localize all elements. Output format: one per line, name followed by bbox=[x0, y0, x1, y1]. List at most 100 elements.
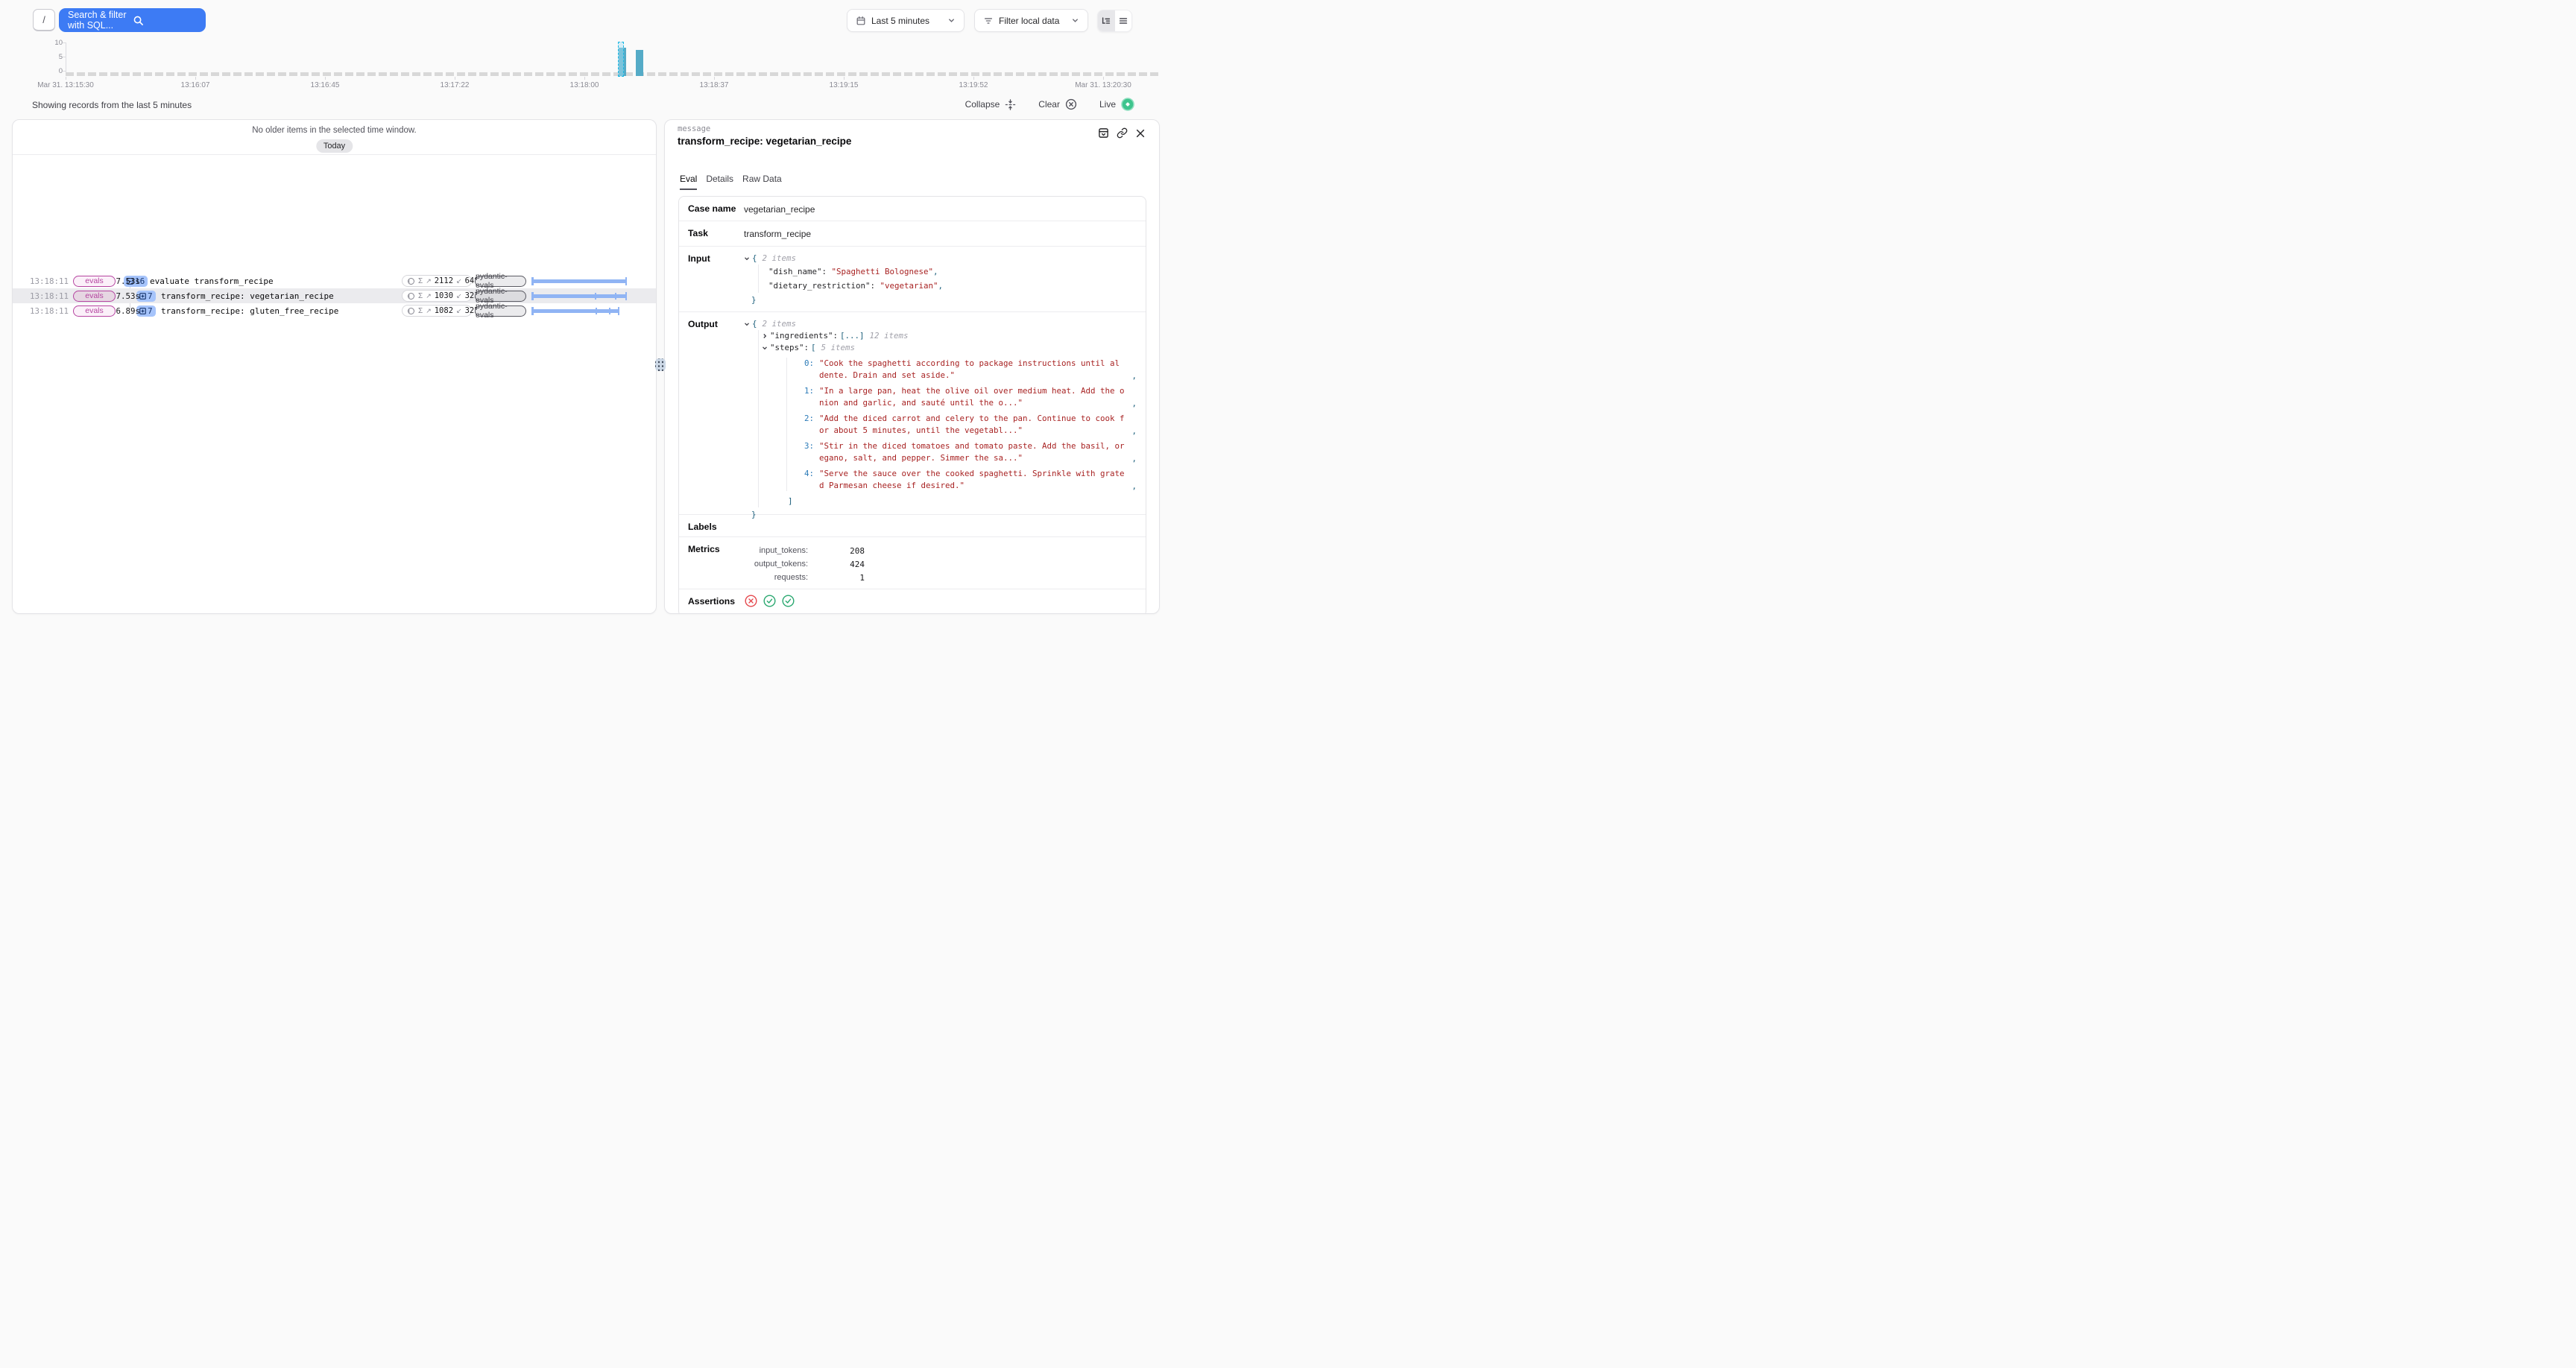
output-json-viewer: { 2 items "ingredients": [...] 12 items … bbox=[744, 318, 1138, 522]
tree-view-button[interactable] bbox=[1098, 10, 1115, 31]
x-tick-mark bbox=[584, 77, 585, 80]
input-tokens-arrow-icon: ↗ bbox=[426, 307, 432, 315]
time-range-dropdown[interactable]: Last 5 minutes bbox=[847, 9, 965, 32]
y-tick-0: 0 bbox=[45, 67, 63, 75]
chevron-right-icon[interactable] bbox=[762, 333, 768, 339]
eval-fields-table: Case name vegetarian_recipe Task transfo… bbox=[678, 196, 1146, 614]
list-view-button[interactable] bbox=[1115, 10, 1132, 31]
json-array-item: 0: "Cook the spaghetti according to pack… bbox=[798, 358, 1138, 381]
chevron-down-icon[interactable] bbox=[762, 345, 768, 351]
slash-shortcut-key[interactable]: / bbox=[33, 9, 55, 31]
task-label: Task bbox=[688, 228, 708, 238]
link-icon[interactable] bbox=[1117, 127, 1128, 139]
row-timestamp: 13:18:11 bbox=[30, 276, 69, 286]
sigma-icon: Σ bbox=[418, 292, 423, 300]
x-tick-label: 13:18:00 bbox=[570, 81, 599, 89]
task-value: transform_recipe bbox=[744, 229, 811, 239]
input-tokens-count: 1082 bbox=[435, 306, 453, 315]
json-expanded-array: "steps": [ 5 items bbox=[762, 342, 1138, 354]
json-items-count: 2 items bbox=[763, 253, 797, 265]
plus-square-icon bbox=[139, 293, 146, 300]
scope-badge: evals bbox=[73, 291, 116, 302]
tab-eval[interactable]: Eval bbox=[680, 174, 697, 190]
json-close-bracket: ] bbox=[788, 495, 1138, 507]
output-tokens-arrow-icon: ↙ bbox=[456, 307, 462, 315]
table-row[interactable]: 13:18:11 evals 16 evaluate transform_rec… bbox=[13, 273, 656, 288]
field-row-metrics: Metrics input_tokens:208 output_tokens:4… bbox=[679, 537, 1146, 589]
assertion-pass-icon[interactable] bbox=[763, 595, 776, 607]
json-array-item: 2: "Add the diced carrot and celery to t… bbox=[798, 413, 1138, 436]
assertion-results bbox=[745, 595, 795, 607]
metric-row: input_tokens:208 bbox=[744, 546, 865, 556]
x-tick-label: Mar 31. 13:20:30 bbox=[1075, 81, 1131, 89]
live-label: Live bbox=[1099, 99, 1116, 110]
dock-panel-icon[interactable] bbox=[1098, 127, 1109, 139]
package-tag-pill[interactable]: pydantic-evals bbox=[475, 276, 526, 287]
search-button-label: Search & filter with SQL... bbox=[68, 10, 133, 31]
duration-value: 6.89s bbox=[116, 306, 140, 316]
calendar-icon bbox=[856, 16, 866, 26]
search-button[interactable]: Search & filter with SQL... bbox=[59, 8, 206, 32]
x-tick-label: 13:17:22 bbox=[441, 81, 470, 89]
panel-resize-handle[interactable] bbox=[655, 358, 666, 371]
table-row[interactable]: 13:18:11 evals 7 transform_recipe: veget… bbox=[13, 288, 656, 303]
chevron-down-icon bbox=[1071, 16, 1079, 25]
input-tokens-arrow-icon: ↗ bbox=[426, 292, 432, 300]
chart-bar bbox=[636, 50, 644, 75]
field-row-output: Output { 2 items "ingredients": [...] 12… bbox=[679, 312, 1146, 515]
span-title: transform_recipe: vegetarian_recipe bbox=[161, 291, 334, 301]
chevron-down-icon[interactable] bbox=[744, 321, 750, 327]
x-tick-label: 13:19:15 bbox=[830, 81, 859, 89]
collapse-button[interactable]: Collapse bbox=[965, 99, 1017, 110]
token-stats-pill: Σ ↗ 2112 ↙ 648 bbox=[402, 275, 472, 287]
field-row-case-name: Case name vegetarian_recipe bbox=[679, 197, 1146, 221]
chevron-down-icon[interactable] bbox=[744, 256, 750, 262]
token-coin-icon bbox=[407, 277, 415, 285]
duration-bar bbox=[531, 278, 627, 285]
plus-square-icon bbox=[139, 308, 146, 314]
timeline-chart: 10 5 0 Mar 31. 13:15:3013:16:0713:16:451… bbox=[0, 42, 1169, 94]
detail-actions bbox=[1098, 127, 1146, 139]
json-close-brace: } bbox=[751, 293, 1138, 307]
filter-local-data-dropdown[interactable]: Filter local data bbox=[974, 9, 1088, 32]
json-entry: "dietary_restriction": "vegetarian", bbox=[768, 279, 1138, 293]
tab-raw-data[interactable]: Raw Data bbox=[742, 174, 782, 190]
assertions-label: Assertions bbox=[688, 596, 735, 607]
package-tag-pill[interactable]: pydantic-evals bbox=[475, 305, 526, 317]
assertion-fail-icon[interactable] bbox=[745, 595, 757, 607]
time-range-label: Last 5 minutes bbox=[871, 16, 942, 26]
table-row[interactable]: 13:18:11 evals 7 transform_recipe: glute… bbox=[13, 303, 656, 318]
chart-selection-window[interactable] bbox=[618, 42, 624, 77]
package-tag-pill[interactable]: pydantic-evals bbox=[475, 291, 526, 302]
detail-panel: message transform_recipe: vegetarian_rec… bbox=[664, 119, 1160, 614]
clear-label: Clear bbox=[1038, 99, 1060, 110]
token-stats-pill: Σ ↗ 1030 ↙ 323 bbox=[402, 290, 472, 302]
field-row-task: Task transform_recipe bbox=[679, 221, 1146, 247]
x-tick-label: 13:18:37 bbox=[700, 81, 729, 89]
live-button[interactable]: Live bbox=[1099, 98, 1134, 111]
metrics-label: Metrics bbox=[688, 544, 720, 554]
filter-label: Filter local data bbox=[999, 16, 1066, 26]
metric-row: requests:1 bbox=[744, 573, 865, 583]
x-tick-label: Mar 31. 13:15:30 bbox=[37, 81, 94, 89]
assertion-pass-icon[interactable] bbox=[782, 595, 795, 607]
timeline-plot[interactable]: Mar 31. 13:15:3013:16:0713:16:4513:17:22… bbox=[66, 42, 1160, 76]
json-open-brace: { bbox=[752, 318, 757, 330]
token-coin-icon bbox=[407, 307, 415, 315]
y-tick-5: 5 bbox=[45, 53, 63, 61]
sigma-icon: Σ bbox=[418, 307, 423, 315]
json-open-brace: { bbox=[752, 253, 757, 265]
showing-records-text: Showing records from the last 5 minutes bbox=[32, 100, 192, 110]
json-array-item: 1: "In a large pan, heat the olive oil o… bbox=[798, 385, 1138, 408]
trace-list-panel: No older items in the selected time wind… bbox=[12, 119, 657, 614]
json-items-count: 2 items bbox=[763, 318, 797, 330]
row-timestamp: 13:18:11 bbox=[30, 291, 69, 301]
close-icon[interactable] bbox=[1135, 128, 1146, 139]
record-kind-label: message bbox=[678, 124, 710, 133]
empty-window-notice: No older items in the selected time wind… bbox=[13, 126, 656, 135]
list-divider bbox=[13, 154, 656, 155]
date-pill[interactable]: Today bbox=[316, 139, 353, 153]
tab-details[interactable]: Details bbox=[706, 174, 733, 190]
clear-button[interactable]: Clear bbox=[1038, 98, 1077, 110]
duration-value: 7.53s bbox=[116, 276, 140, 286]
